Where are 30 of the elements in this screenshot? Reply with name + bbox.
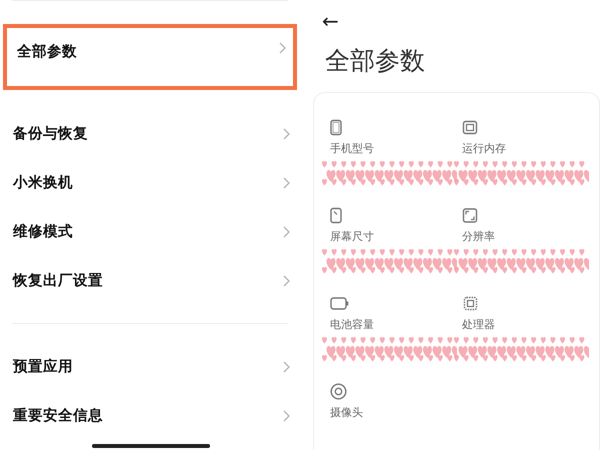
spec-label: 摄像头 xyxy=(330,405,363,420)
camera-lens-icon xyxy=(330,383,347,400)
settings-item[interactable]: 维修模式 xyxy=(0,207,300,256)
settings-item[interactable]: 恢复出厂设置 xyxy=(0,256,300,305)
phone-icon xyxy=(330,119,342,136)
settings-item[interactable]: 重要安全信息 xyxy=(0,391,300,440)
spec-label: 手机型号 xyxy=(330,141,374,156)
chevron-icon xyxy=(283,410,290,422)
phone-icon xyxy=(330,207,342,224)
chip-icon xyxy=(462,119,478,136)
chevron-icon xyxy=(283,226,290,238)
back-button[interactable]: ← xyxy=(322,8,339,34)
processor-icon xyxy=(462,295,479,312)
chevron-icon xyxy=(279,42,286,54)
settings-item[interactable]: 全部参数 xyxy=(3,24,297,90)
spec-label: 处理器 xyxy=(462,317,495,332)
chevron-icon xyxy=(283,360,290,372)
spec-label: 屏幕尺寸 xyxy=(330,229,374,244)
chevron-icon xyxy=(283,128,290,140)
spec-label: 分辨率 xyxy=(462,229,495,244)
settings-item[interactable]: 备份与恢复 xyxy=(0,109,300,158)
resolution-icon xyxy=(462,207,478,224)
settings-item[interactable]: 小米换机 xyxy=(0,158,300,207)
spec-label: 电池容量 xyxy=(330,317,374,332)
page-title: 全部参数 xyxy=(325,45,426,77)
chevron-icon xyxy=(283,274,290,286)
settings-item[interactable]: 预置应用 xyxy=(0,342,300,391)
chevron-icon xyxy=(283,176,290,188)
spec-label: 运行内存 xyxy=(462,141,506,156)
battery-icon xyxy=(330,295,349,312)
